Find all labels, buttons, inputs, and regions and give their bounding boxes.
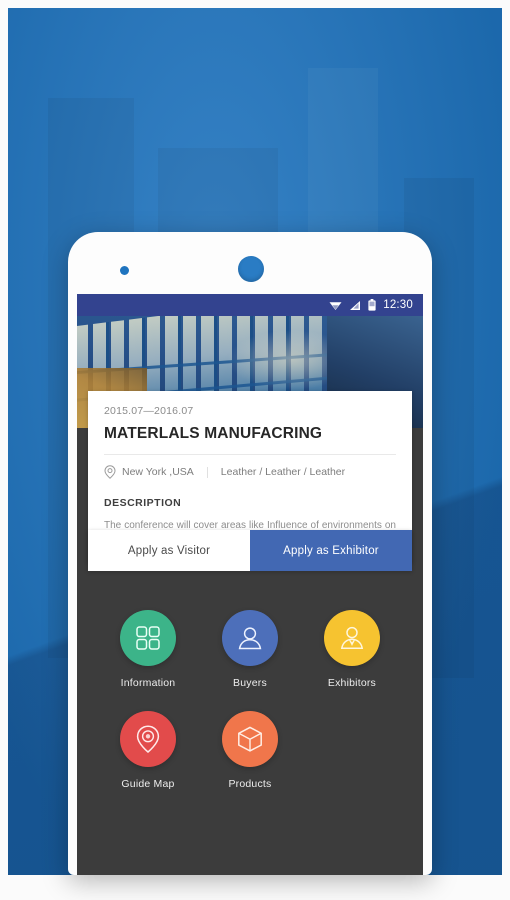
- wifi-icon: [329, 301, 342, 310]
- person-icon: [238, 627, 262, 650]
- camera-dot-icon: [120, 266, 129, 275]
- card-divider: [104, 454, 396, 455]
- tile-circle: [221, 610, 278, 666]
- feature-grid-row: Information Buyers Exhibitors: [97, 610, 403, 689]
- speaker-circle-icon: [238, 256, 264, 282]
- box-cube-icon: [238, 726, 262, 752]
- tile-circle: [119, 711, 176, 767]
- tile-information[interactable]: Information: [97, 610, 199, 689]
- tile-products[interactable]: Products: [199, 711, 301, 790]
- event-categories: Leather / Leather / Leather: [220, 466, 346, 478]
- tile-empty: [301, 711, 403, 790]
- promo-screenshot: 12:30 2015.07—2016.07 MATERLALS MANUFACR…: [0, 0, 510, 900]
- tile-label: Buyers: [233, 677, 267, 689]
- tile-label: Information: [120, 677, 176, 689]
- status-bar-clock: 12:30: [383, 299, 413, 311]
- apply-as-visitor-button[interactable]: Apply as Visitor: [88, 530, 250, 571]
- meta-separator: [206, 466, 208, 478]
- battery-icon: [368, 299, 376, 311]
- tile-label: Exhibitors: [327, 677, 377, 689]
- apply-as-exhibitor-button[interactable]: Apply as Exhibitor: [250, 530, 412, 571]
- map-pin-icon: [136, 725, 160, 753]
- tile-exhibitors[interactable]: Exhibitors: [301, 610, 403, 689]
- event-title: MATERLALS MANUFACRING: [104, 425, 323, 442]
- event-meta-row: New York ,USA Leather / Leather / Leathe…: [104, 465, 396, 479]
- description-label: DESCRIPTION: [104, 497, 182, 509]
- status-bar: 12:30: [77, 294, 423, 316]
- feature-grid-row: Guide Map Products: [97, 711, 403, 790]
- event-dates: 2015.07—2016.07: [104, 405, 194, 417]
- phone-screen: 12:30 2015.07—2016.07 MATERLALS MANUFACR…: [77, 294, 423, 875]
- event-location: New York ,USA: [122, 466, 194, 478]
- location-pin-icon: [104, 465, 116, 479]
- person-suit-icon: [340, 626, 364, 649]
- tile-buyers[interactable]: Buyers: [199, 610, 301, 689]
- feature-grid: Information Buyers Exhibitors Guide Map …: [77, 584, 423, 812]
- signal-icon: [350, 300, 361, 310]
- tile-label: Products: [228, 778, 272, 790]
- tile-guide-map[interactable]: Guide Map: [97, 711, 199, 790]
- tile-label: Guide Map: [121, 778, 175, 790]
- tile-circle: [119, 610, 176, 666]
- grid-squares-icon: [136, 626, 160, 650]
- tile-circle: [323, 610, 380, 666]
- tile-circle: [221, 711, 278, 767]
- phone-mockup: 12:30 2015.07—2016.07 MATERLALS MANUFACR…: [68, 232, 432, 875]
- apply-button-group: Apply as Visitor Apply as Exhibitor: [88, 530, 412, 571]
